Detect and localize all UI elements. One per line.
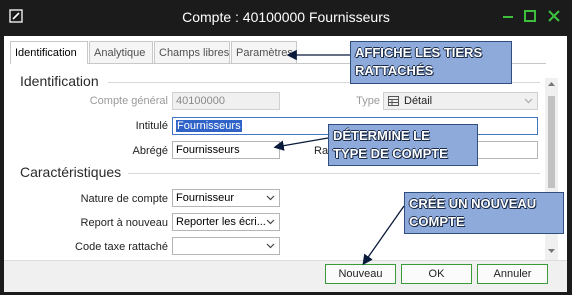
arrow-to-abrege-field — [273, 137, 329, 151]
callout-type-compte: DÉTERMINE LE TYPE DE COMPTE — [328, 124, 478, 166]
tab-identification[interactable]: Identification — [10, 41, 88, 64]
callout-nouveau: CRÉE UN NOUVEAU COMPTE — [404, 192, 564, 234]
callout-tiers: AFFICHE LES TIERS RATTACHÉS — [350, 41, 512, 84]
arrow-to-nouveau-button — [362, 205, 405, 266]
account-window: Compte : 40100000 Fournisseurs Identific… — [0, 0, 572, 295]
